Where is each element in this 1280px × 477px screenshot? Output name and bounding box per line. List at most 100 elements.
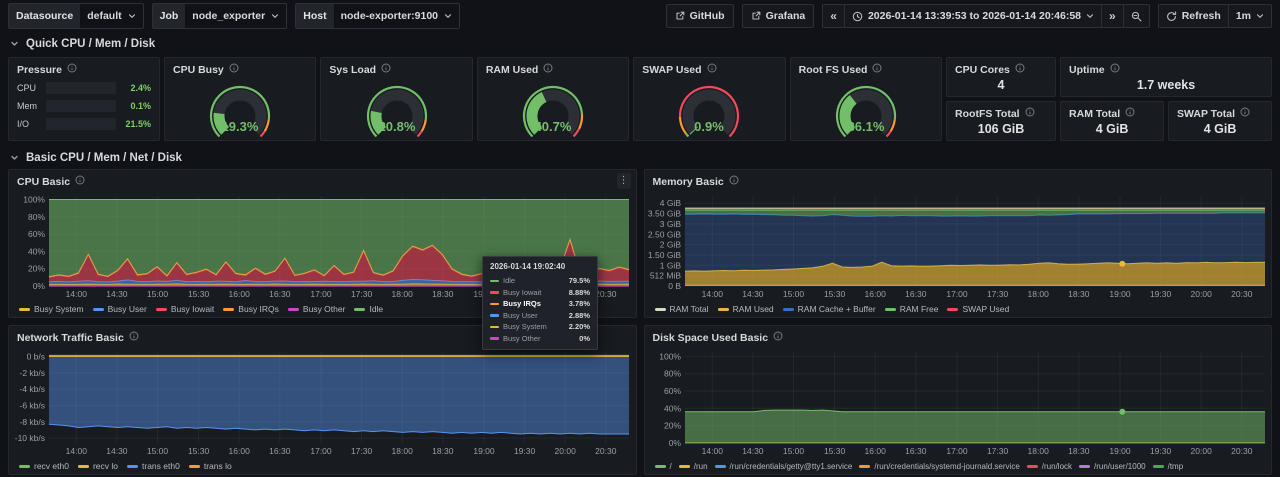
svg-text:17:30: 17:30 <box>351 446 373 456</box>
variable-value[interactable]: default <box>80 4 142 28</box>
legend-item[interactable]: RAM Free <box>885 304 939 314</box>
svg-text:80%: 80% <box>28 212 45 222</box>
info-icon[interactable] <box>229 63 239 76</box>
legend-item[interactable]: Busy System <box>19 304 84 314</box>
tooltip-row: Busy Iowait8.88% <box>490 287 590 299</box>
refresh-interval-button[interactable]: 1m <box>1228 5 1271 27</box>
legend-label: / <box>670 462 672 471</box>
info-icon[interactable] <box>75 175 85 188</box>
info-icon[interactable] <box>1110 63 1120 76</box>
zoom-out-button[interactable] <box>1123 5 1149 27</box>
time-shift-back-button[interactable]: « <box>823 5 844 27</box>
legend-label: RAM Total <box>670 304 709 314</box>
svg-text:20.8%: 20.8% <box>378 119 415 134</box>
legend-label: recv eth0 <box>34 461 69 471</box>
legend-item[interactable]: Busy Iowait <box>156 304 214 314</box>
tooltip-series-value: 0% <box>579 334 590 343</box>
legend-item[interactable]: /run/credentials/systemd-journald.servic… <box>859 462 1019 471</box>
time-range-button[interactable]: 2026-01-14 13:39:53 to 2026-01-14 20:46:… <box>844 5 1101 27</box>
series-color-swatch <box>223 308 234 311</box>
svg-text:15:30: 15:30 <box>823 289 845 299</box>
stat-value: 106 GiB <box>947 122 1055 136</box>
tooltip-row: Busy System2.20% <box>490 321 590 333</box>
grafana-dashboard: Datasource default Job node_exporter Hos… <box>0 0 1280 477</box>
gauge: 40.7% <box>478 78 628 138</box>
series-color-swatch <box>1079 465 1090 468</box>
legend-item[interactable]: / <box>655 462 672 471</box>
grafana-link-button[interactable]: Grafana <box>742 4 815 28</box>
svg-text:40.7%: 40.7% <box>535 119 572 134</box>
svg-text:14:30: 14:30 <box>106 289 128 299</box>
svg-text:15:30: 15:30 <box>188 289 210 299</box>
pressure-bar <box>46 82 116 94</box>
tooltip-timestamp: 2026-01-14 19:02:40 <box>490 262 590 271</box>
legend-item[interactable]: /tmp <box>1153 462 1184 471</box>
tooltip-row: Busy Other0% <box>490 333 590 345</box>
variable-host[interactable]: Host node-exporter:9100 <box>295 3 460 29</box>
legend-item[interactable]: RAM Used <box>718 304 774 314</box>
panel-title-text: CPU Cores <box>955 64 1010 76</box>
info-icon[interactable] <box>1015 63 1025 76</box>
panel-title-text: SWAP Total <box>1177 108 1235 120</box>
legend-label: /run <box>694 462 708 471</box>
variable-value[interactable]: node_exporter <box>185 4 286 28</box>
section-basic-cpu-mem-net-disk[interactable]: Basic CPU / Mem / Net / Disk <box>0 146 1280 169</box>
legend-item[interactable]: /run <box>679 462 708 471</box>
stat-value: 4 GiB <box>1061 122 1163 136</box>
info-icon[interactable] <box>381 63 391 76</box>
svg-text:20:00: 20:00 <box>555 446 577 456</box>
info-icon[interactable] <box>67 63 77 76</box>
info-icon[interactable] <box>773 331 783 344</box>
info-icon[interactable] <box>1025 107 1035 120</box>
variable-value[interactable]: node-exporter:9100 <box>334 4 459 28</box>
svg-text:60%: 60% <box>28 229 45 239</box>
panel-gauge-ram-used: RAM Used40.7% <box>477 57 629 141</box>
legend-item[interactable]: RAM Total <box>655 304 709 314</box>
svg-text:2 GiB: 2 GiB <box>659 240 681 250</box>
legend-item[interactable]: SWAP Used <box>947 304 1009 314</box>
legend-item[interactable]: recv lo <box>78 461 118 471</box>
info-icon[interactable] <box>543 63 553 76</box>
info-icon[interactable] <box>872 63 882 76</box>
panel-menu-icon[interactable]: ⋮ <box>617 173 631 189</box>
info-icon[interactable] <box>1125 107 1135 120</box>
pressure-bar <box>46 118 116 130</box>
legend-item[interactable]: /run/user/1000 <box>1079 462 1146 471</box>
github-link-button[interactable]: GitHub <box>666 4 734 28</box>
info-icon[interactable] <box>1240 107 1250 120</box>
info-icon[interactable] <box>707 63 717 76</box>
legend-item[interactable]: Busy User <box>93 304 147 314</box>
legend-item[interactable]: Busy Other <box>288 304 346 314</box>
memory-basic-chart[interactable]: 0 B512 MiB1 GiB1.50 GiB2 GiB2.50 GiB3 Gi… <box>647 192 1267 299</box>
chevron-down-icon <box>128 13 136 19</box>
legend-label: recv lo <box>93 461 118 471</box>
legend-item[interactable]: /run/credentials/getty@tty1.service <box>715 462 853 471</box>
svg-text:19:00: 19:00 <box>1109 446 1131 456</box>
panel-title: CPU Basic <box>17 176 70 188</box>
legend-item[interactable]: recv eth0 <box>19 461 69 471</box>
legend-item[interactable]: RAM Cache + Buffer <box>783 304 876 314</box>
legend-item[interactable]: trans lo <box>189 461 232 471</box>
legend-item[interactable]: Busy IRQs <box>223 304 279 314</box>
legend-item[interactable]: trans eth0 <box>127 461 180 471</box>
section-quick-cpu-mem-disk[interactable]: Quick CPU / Mem / Disk <box>0 32 1280 55</box>
legend-item[interactable]: /run/lock <box>1027 462 1072 471</box>
time-shift-forward-button[interactable]: » <box>1101 5 1123 27</box>
info-icon[interactable] <box>729 175 739 188</box>
legend-item[interactable]: Idle <box>354 304 383 314</box>
panel-title-text: Root FS Used <box>799 64 868 76</box>
info-icon[interactable] <box>129 331 139 344</box>
disk-space-chart[interactable]: 0%20%40%60%80%100%14:0014:3015:0015:3016… <box>647 348 1267 456</box>
refresh-button[interactable]: Refresh <box>1159 5 1228 27</box>
legend-label: RAM Used <box>733 304 774 314</box>
network-traffic-chart[interactable]: 0 b/s-2 kb/s-4 kb/s-6 kb/s-8 kb/s-10 kb/… <box>11 348 631 456</box>
svg-text:-4 kb/s: -4 kb/s <box>19 384 45 394</box>
variable-job[interactable]: Job node_exporter <box>152 3 288 29</box>
chevron-down-icon <box>10 154 19 162</box>
variable-datasource[interactable]: Datasource default <box>8 3 144 29</box>
tooltip-series-label: Busy IRQs <box>503 299 565 308</box>
gauge: 0.9% <box>634 78 784 138</box>
svg-text:16:30: 16:30 <box>905 446 927 456</box>
svg-text:0%: 0% <box>33 281 46 291</box>
chevron-down-icon <box>10 40 19 48</box>
